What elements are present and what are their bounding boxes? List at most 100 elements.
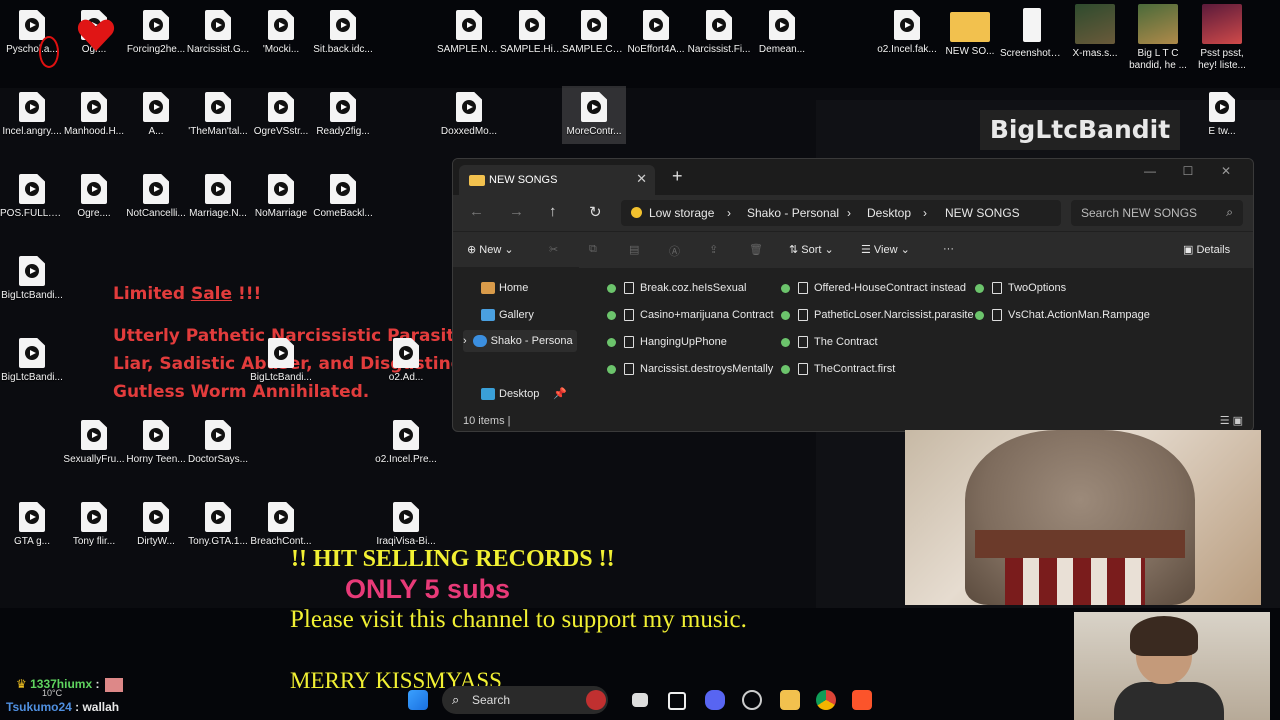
breadcrumb-desktop[interactable]: Desktop bbox=[867, 206, 911, 220]
more-options-icon[interactable]: ··· bbox=[943, 243, 954, 255]
desktop-file-icon[interactable]: DoxxedMo... bbox=[437, 92, 501, 137]
desktop-file-icon[interactable]: E tw... bbox=[1190, 92, 1254, 137]
desktop-file-icon[interactable]: SexuallyFru... bbox=[62, 420, 126, 465]
file-item[interactable]: Break.coz.heIsSexual bbox=[607, 282, 746, 295]
desktop-image-icon[interactable]: Big L T C bandid, he ... bbox=[1126, 4, 1190, 72]
refresh-icon[interactable]: ↻ bbox=[589, 203, 602, 221]
settings-icon[interactable] bbox=[742, 690, 762, 710]
desktop-file-icon[interactable]: POS.FULL.N... bbox=[0, 174, 64, 219]
desktop-file-icon[interactable]: Horny Teen... bbox=[124, 420, 188, 465]
forward-arrow-icon[interactable]: → bbox=[509, 203, 524, 220]
desktop-file-icon[interactable]: Tony.GTA.1... bbox=[186, 502, 250, 547]
desktop-file-icon[interactable]: Marriage.N... bbox=[186, 174, 250, 219]
desktop-file-icon[interactable]: NotCancelli... bbox=[124, 174, 188, 219]
back-arrow-icon[interactable]: ← bbox=[469, 203, 484, 220]
desktop-image-icon[interactable]: Psst psst, hey! liste... bbox=[1190, 4, 1254, 72]
desktop-file-icon[interactable]: Narcissist.Fi... bbox=[687, 10, 751, 55]
desktop-file-icon[interactable]: Forcing2he... bbox=[124, 10, 188, 55]
view-button[interactable]: ☰ View ⌄ bbox=[861, 243, 910, 256]
desktop-file-icon[interactable]: NoEffort4A... bbox=[624, 10, 688, 55]
desktop-file-icon[interactable]: BigLtcBandi... bbox=[0, 256, 64, 301]
paste-icon[interactable]: ▤ bbox=[629, 243, 639, 256]
desktop-image-icon[interactable]: Screenshot_... bbox=[1000, 8, 1064, 59]
discord-icon[interactable] bbox=[705, 690, 725, 710]
cut-icon[interactable]: ✂ bbox=[549, 243, 558, 256]
desktop-file-icon[interactable]: o2.Incel.Pre... bbox=[374, 420, 438, 465]
rename-icon[interactable]: Ⓐ bbox=[669, 243, 680, 259]
sort-button[interactable]: ⇅ Sort ⌄ bbox=[789, 243, 834, 256]
nav-item-desktop[interactable]: Desktop 📌 bbox=[481, 383, 567, 405]
new-button[interactable]: ⊕ New ⌄ bbox=[467, 243, 514, 256]
nav-item-home[interactable]: Home bbox=[481, 277, 528, 299]
maximize-icon[interactable]: ☐ bbox=[1169, 161, 1207, 181]
file-item[interactable]: The Contract bbox=[781, 336, 878, 349]
breadcrumb-new-songs[interactable]: NEW SONGS bbox=[945, 206, 1020, 220]
file-item[interactable]: Casino+marijuana Contract bbox=[607, 309, 774, 322]
file-explorer-icon[interactable] bbox=[780, 690, 800, 710]
copy-icon[interactable]: ⧉ bbox=[589, 243, 597, 256]
desktop-file-icon[interactable]: 'TheMan'tal... bbox=[186, 92, 250, 137]
desktop-file-icon[interactable]: BreachCont... bbox=[249, 502, 313, 547]
breadcrumb-low-storage[interactable]: Low storage bbox=[649, 206, 714, 220]
chrome-icon[interactable] bbox=[816, 690, 836, 710]
desktop-file-icon[interactable]: GTA g... bbox=[0, 502, 64, 547]
desktop-file-icon[interactable]: Demean... bbox=[750, 10, 814, 55]
audio-file-icon bbox=[393, 502, 419, 532]
address-bar[interactable]: Low storage › Shako - Personal › Desktop… bbox=[621, 200, 1061, 226]
desktop-file-icon[interactable]: ComeBackl... bbox=[311, 174, 375, 219]
desktop-file-icon[interactable]: o2.Incel.fak... bbox=[875, 10, 939, 55]
desktop-file-icon[interactable]: NoMarriage bbox=[249, 174, 313, 219]
desktop-folder-icon[interactable]: NEW SO... bbox=[938, 8, 1002, 57]
up-arrow-icon[interactable]: ↑ bbox=[549, 203, 557, 220]
desktop-file-icon[interactable]: Incel.angry.... bbox=[0, 92, 64, 137]
desktop-file-icon-selected[interactable]: MoreContr... bbox=[562, 86, 626, 144]
app-icon[interactable] bbox=[668, 692, 686, 710]
desktop-file-icon[interactable]: BigLtcBandi... bbox=[249, 338, 313, 383]
nav-item-shako[interactable]: › Shako - Persona bbox=[463, 330, 577, 352]
close-window-icon[interactable]: ✕ bbox=[1207, 161, 1245, 181]
file-item[interactable]: TheContract.first bbox=[781, 363, 895, 376]
desktop-file-icon[interactable]: Narcissist.G... bbox=[186, 10, 250, 55]
desktop-file-icon[interactable]: IraqiVisa-Bi... bbox=[374, 502, 438, 547]
desktop-file-icon[interactable]: DoctorSays... bbox=[186, 420, 250, 465]
nav-item-gallery[interactable]: Gallery bbox=[481, 304, 534, 326]
desktop-file-icon[interactable]: SAMPLE.Na... bbox=[437, 10, 501, 55]
desktop-file-icon[interactable]: o2.Ad... bbox=[374, 338, 438, 383]
file-item[interactable]: VsChat.ActionMan.Rampage bbox=[975, 309, 1150, 322]
share-icon[interactable]: ⇪ bbox=[709, 243, 718, 256]
delete-icon[interactable]: 🗑 bbox=[749, 243, 763, 256]
file-item[interactable]: PatheticLoser.Narcissist.parasite bbox=[781, 309, 974, 322]
task-view-icon[interactable] bbox=[632, 693, 648, 707]
explorer-tab[interactable]: NEW SONGS ✕ bbox=[459, 165, 655, 195]
hit-records-text: !! HIT SELLING RECORDS !! bbox=[291, 546, 615, 572]
holiday-icon[interactable] bbox=[586, 690, 606, 710]
windows-start-icon[interactable] bbox=[408, 690, 428, 710]
file-name: TwoOptions bbox=[1008, 282, 1067, 294]
desktop-file-icon[interactable]: Manhood.H... bbox=[62, 92, 126, 137]
desktop-file-icon[interactable]: SAMPLE.Ca... bbox=[562, 10, 626, 55]
desktop-file-icon[interactable]: OgreVSstr... bbox=[249, 92, 313, 137]
search-box[interactable]: Search NEW SONGS ⌕ bbox=[1071, 200, 1243, 226]
close-tab-icon[interactable]: ✕ bbox=[636, 171, 647, 187]
desktop-file-icon[interactable]: Tony flir... bbox=[62, 502, 126, 547]
details-button[interactable]: ▣ Details bbox=[1183, 243, 1230, 256]
file-item[interactable]: TwoOptions bbox=[975, 282, 1067, 295]
minimize-icon[interactable]: — bbox=[1131, 161, 1169, 181]
new-tab-button[interactable]: + bbox=[672, 166, 683, 187]
desktop-file-icon[interactable]: Ready2fig... bbox=[311, 92, 375, 137]
breadcrumb-shako[interactable]: Shako - Personal bbox=[747, 206, 839, 220]
file-item[interactable]: Offered-HouseContract instead bbox=[781, 282, 966, 295]
desktop-file-icon[interactable]: DirtyW... bbox=[124, 502, 188, 547]
view-mode-icons[interactable]: ☰ ▣ bbox=[1220, 414, 1243, 427]
desktop-file-icon[interactable]: SAMPLE.Hid... bbox=[500, 10, 564, 55]
desktop-file-icon[interactable]: Sit.back.idc... bbox=[311, 10, 375, 55]
brave-icon[interactable] bbox=[852, 690, 872, 710]
desktop-file-icon[interactable]: Ogre.... bbox=[62, 174, 126, 219]
file-item[interactable]: Narcissist.destroysMentally bbox=[607, 363, 773, 376]
desktop-image-icon[interactable]: X-mas.s... bbox=[1063, 4, 1127, 59]
desktop-file-icon[interactable]: BigLtcBandi... bbox=[0, 338, 64, 383]
desktop-file-icon[interactable]: A... bbox=[124, 92, 188, 137]
desktop-file-icon[interactable]: 'Mocki... bbox=[249, 10, 313, 55]
file-item[interactable]: HangingUpPhone bbox=[607, 336, 727, 349]
taskbar-search[interactable]: ⌕ Search bbox=[442, 686, 608, 714]
